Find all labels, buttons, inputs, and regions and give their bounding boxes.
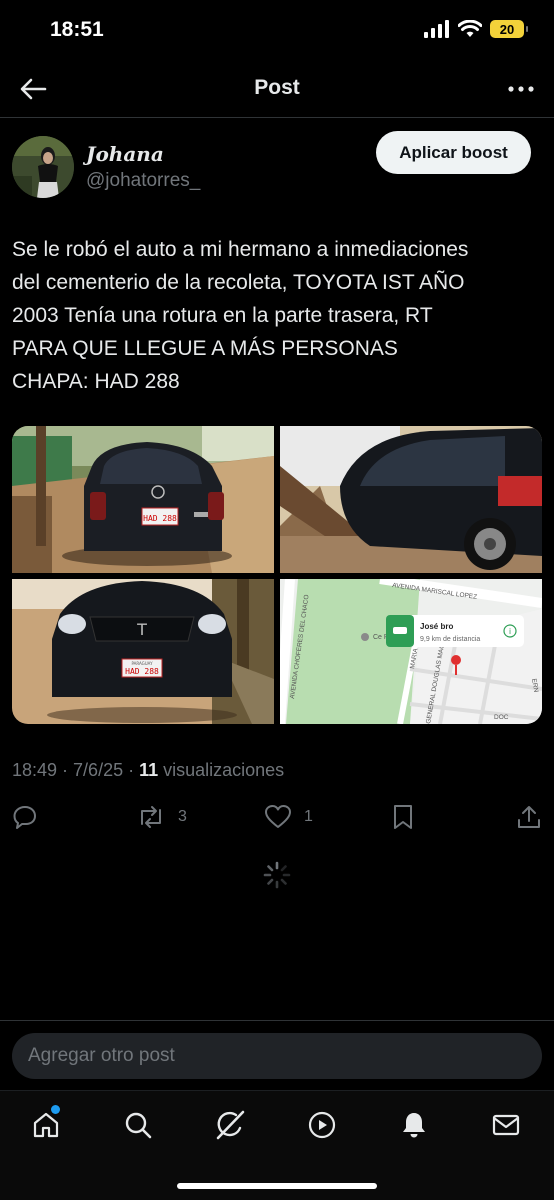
post-text: Se le robó el auto a mi hermano a inmedi… — [12, 233, 542, 398]
svg-text:T: T — [136, 620, 147, 639]
post-text-line: Se le robó el auto a mi hermano a inmedi… — [12, 238, 469, 261]
more-horizontal-icon — [508, 86, 534, 92]
photo-car-side[interactable] — [280, 426, 542, 573]
loading-spinner-icon — [263, 861, 291, 889]
photo-car-front[interactable]: T PARAGUAY HAD 288 — [12, 579, 274, 724]
more-options-button[interactable] — [506, 76, 536, 102]
map-card-distance: 9,9 km de distancia — [420, 636, 480, 643]
home-indicator — [177, 1183, 377, 1189]
signal-icon — [424, 20, 449, 38]
notification-dot — [51, 1105, 60, 1114]
reply-compose-input[interactable] — [12, 1033, 542, 1079]
video-icon — [308, 1111, 336, 1139]
repost-icon — [141, 806, 161, 828]
author-name[interactable]: Johana — [86, 142, 164, 166]
nav-grok[interactable] — [210, 1105, 250, 1145]
media-grid: HAD 288 T PARAGUAY HAD 288 AVENIDA MARIS… — [12, 426, 542, 724]
views-label: visualizaciones — [158, 760, 285, 780]
battery-indicator: 20 — [490, 20, 528, 38]
bookmark-button[interactable] — [392, 804, 414, 830]
nav-notifications[interactable] — [394, 1105, 434, 1145]
status-indicators: 20 — [424, 20, 528, 38]
post-text-line: 2003 Tenía una rotura en la parte traser… — [12, 304, 433, 327]
svg-text:i: i — [509, 627, 511, 636]
notifications-icon — [403, 1113, 425, 1138]
reply-icon — [13, 806, 36, 829]
plate-text: HAD 288 — [125, 667, 159, 676]
post-text-line: CHAPA: HAD 288 — [12, 370, 180, 393]
nav-video[interactable] — [302, 1105, 342, 1145]
photo-map-screenshot[interactable]: AVENIDA MARISCAL LOPEZ AVENIDA CHOFERES … — [280, 579, 542, 724]
like-button[interactable]: 1 — [264, 804, 313, 830]
map-card-name: José bro — [420, 622, 453, 631]
like-count: 1 — [304, 808, 313, 825]
status-time: 18:51 — [50, 18, 104, 41]
nav-search[interactable] — [118, 1105, 158, 1145]
status-bar: 18:51 20 — [0, 0, 554, 60]
reply-button[interactable] — [12, 804, 38, 830]
photo-car-rear[interactable]: HAD 288 — [12, 426, 274, 573]
home-icon — [33, 1112, 59, 1138]
bookmark-icon — [394, 805, 412, 829]
nav-messages[interactable] — [486, 1105, 526, 1145]
nav-home[interactable] — [26, 1105, 66, 1145]
share-icon — [518, 806, 540, 828]
repost-button[interactable]: 3 — [136, 804, 187, 830]
grok-icon — [216, 1110, 245, 1140]
author-handle[interactable]: @johatorres_ — [86, 170, 200, 192]
plate-header-text: PARAGUAY — [131, 661, 153, 666]
avatar-image — [12, 136, 74, 198]
wifi-icon — [458, 20, 482, 37]
share-button[interactable] — [516, 804, 542, 830]
post-time: 18:49 · 7/6/25 · — [12, 760, 140, 780]
search-icon — [125, 1112, 152, 1139]
views-count: 11 — [139, 760, 159, 780]
top-app-bar: Post — [0, 60, 554, 118]
map-street-label: DOC — [494, 714, 509, 721]
post-actions: 3 1 — [0, 800, 554, 834]
post-text-line: del cementerio de la recoleta, TOYOTA IS… — [12, 271, 465, 294]
repost-count: 3 — [178, 808, 187, 825]
boost-button[interactable]: Aplicar boost — [376, 131, 531, 174]
post-meta: 18:49 · 7/6/25 · 11 visualizaciones — [12, 760, 284, 781]
plate-text: HAD 288 — [143, 514, 177, 523]
messages-icon — [492, 1114, 520, 1136]
post-text-line: PARA QUE LLEGUE A MÁS PERSONAS — [12, 337, 398, 360]
compose-bar — [0, 1020, 554, 1090]
page-title: Post — [254, 76, 300, 99]
heart-icon — [265, 805, 291, 828]
author-avatar[interactable] — [12, 136, 74, 198]
